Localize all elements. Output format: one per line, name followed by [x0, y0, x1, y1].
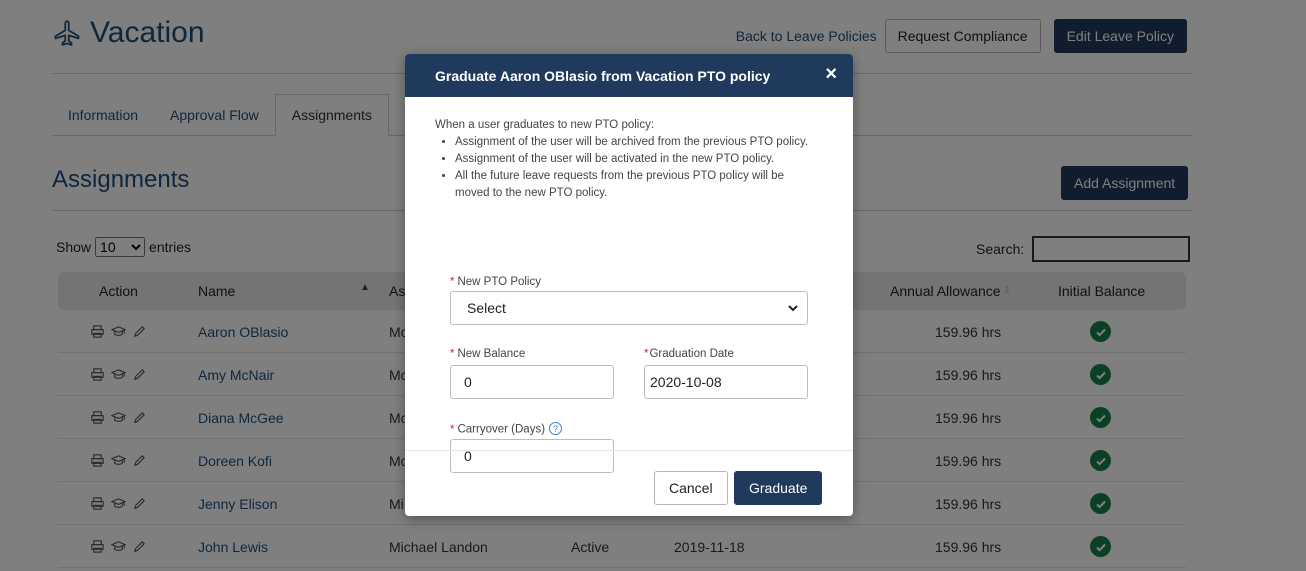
graduation-date-input[interactable]: 2020-10-08 [644, 365, 808, 399]
required-mark: * [450, 276, 455, 288]
required-mark: * [644, 348, 649, 360]
graduate-button[interactable]: Graduate [734, 471, 823, 505]
info-list: Assignment of the user will be archived … [435, 134, 823, 202]
required-mark: * [450, 423, 455, 436]
graduation-date-label-text: Graduation Date [649, 348, 734, 360]
info-intro: When a user graduates to new PTO policy: [435, 119, 655, 131]
new-balance-input[interactable]: 0 [450, 365, 614, 399]
help-icon[interactable]: ? [549, 422, 563, 435]
dialog-title: Graduate Aaron OBlasio from Vacation PTO… [435, 67, 771, 84]
graduation-info: When a user graduates to new PTO policy:… [435, 117, 823, 202]
chevron-down-icon [788, 305, 798, 312]
carryover-label: * Carryover (Days)? [450, 422, 563, 436]
info-bullet: Assignment of the user will be archived … [455, 134, 823, 151]
new-balance-label-text: New Balance [457, 348, 526, 360]
dialog-footer: Cancel Graduate [405, 450, 853, 516]
info-bullet: All the future leave requests from the p… [455, 168, 823, 202]
graduate-dialog: Graduate Aaron OBlasio from Vacation PTO… [405, 54, 853, 516]
graduation-date-label: *Graduation Date [644, 348, 734, 360]
new-balance-label: * New Balance [450, 348, 525, 360]
dialog-body: When a user graduates to new PTO policy:… [405, 97, 853, 473]
cancel-button[interactable]: Cancel [654, 471, 728, 505]
new-pto-policy-label: * New PTO Policy [450, 276, 541, 288]
close-icon[interactable]: × [825, 63, 837, 85]
dialog-header: Graduate Aaron OBlasio from Vacation PTO… [405, 54, 853, 97]
new-pto-policy-value: Select [467, 300, 506, 316]
required-mark: * [450, 348, 455, 360]
info-bullet: Assignment of the user will be activated… [455, 151, 823, 168]
new-pto-policy-select[interactable]: Select [450, 291, 808, 325]
carryover-label-text: Carryover (Days) [457, 423, 546, 436]
new-pto-policy-label-text: New PTO Policy [457, 276, 541, 288]
